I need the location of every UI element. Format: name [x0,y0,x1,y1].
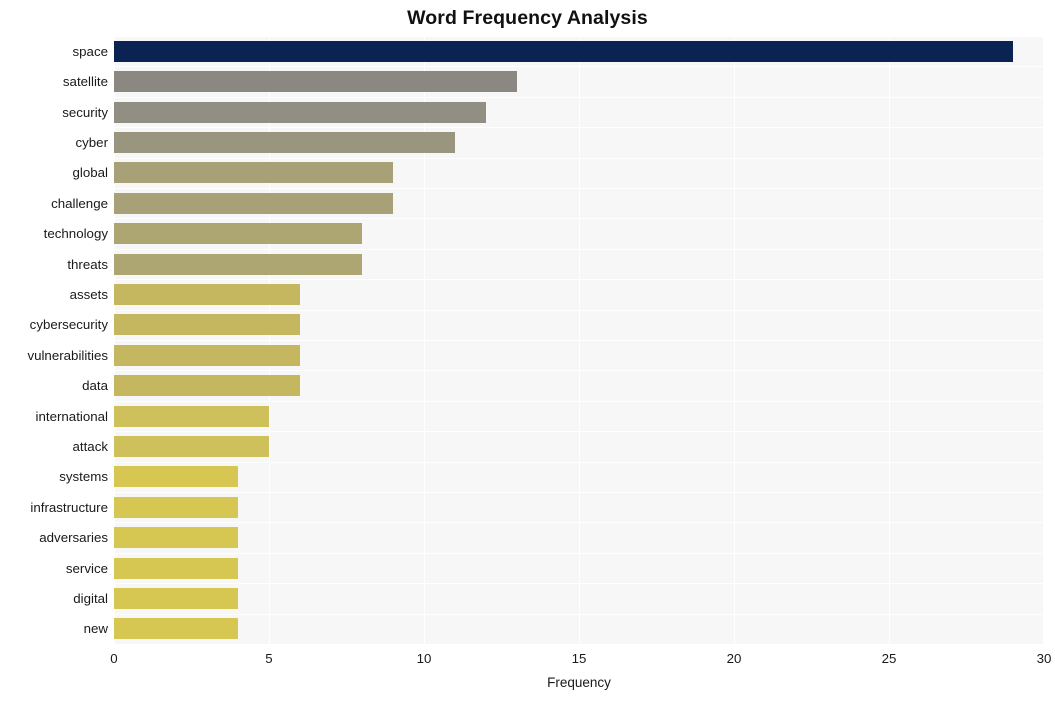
bar[interactable] [114,314,300,336]
horizontal-gridline [114,401,1044,402]
y-axis-tick-labels: space satellite security cyber global challen… [0,36,108,644]
y-axis-tick-label: cybersecurity [29,317,108,333]
y-axis-tick-label: adversaries [39,530,108,546]
y-axis-tick-label: attack [72,438,108,454]
horizontal-gridline [114,310,1044,311]
bar[interactable] [114,101,486,123]
bar[interactable] [114,162,393,184]
horizontal-gridline [114,66,1044,67]
bar[interactable] [114,344,300,366]
bar[interactable] [114,223,362,245]
chart-title: Word Frequency Analysis [407,7,648,29]
horizontal-gridline [114,462,1044,463]
word-frequency-chart: Word Frequency Analysis space satellite se… [0,0,1055,701]
horizontal-gridline [114,127,1044,128]
bar[interactable] [114,466,238,488]
y-axis-tick-label: international [35,408,108,424]
x-axis-title: Frequency [547,675,611,690]
bar[interactable] [114,131,455,153]
bar[interactable] [114,375,300,397]
y-axis-tick-label: infrastructure [30,499,108,515]
y-axis-tick-label: systems [59,469,108,485]
bar[interactable] [114,496,238,518]
y-axis-tick-label: cyber [75,134,108,150]
bar[interactable] [114,618,238,640]
bar[interactable] [114,435,269,457]
horizontal-gridline [114,431,1044,432]
horizontal-gridline [114,614,1044,615]
y-axis-tick-label: new [83,621,108,637]
horizontal-gridline [114,218,1044,219]
y-axis-tick-label: digital [73,590,108,606]
horizontal-gridline [114,279,1044,280]
y-axis-tick-label: data [82,378,108,394]
x-axis-tick-label: 0 [110,651,118,666]
bar[interactable] [114,587,238,609]
y-axis-tick-label: service [65,560,108,576]
horizontal-gridline [114,340,1044,341]
bar[interactable] [114,71,517,93]
bar[interactable] [114,283,300,305]
y-axis-tick-label: space [72,43,108,59]
x-axis-tick-label: 15 [571,651,587,666]
y-axis-tick-label: satellite [62,74,108,90]
horizontal-gridline [114,36,1044,37]
y-axis-tick-label: challenge [51,195,108,211]
x-axis-tick-label: 20 [726,651,742,666]
horizontal-gridline [114,370,1044,371]
horizontal-gridline [114,188,1044,189]
y-axis-tick-label: security [62,104,108,120]
x-axis-tick-label: 10 [416,651,432,666]
horizontal-gridline [114,583,1044,584]
bar[interactable] [114,405,269,427]
bar[interactable] [114,253,362,275]
y-axis-tick-label: vulnerabilities [27,347,108,363]
horizontal-gridline [114,522,1044,523]
horizontal-gridline [114,158,1044,159]
bar[interactable] [114,192,393,214]
horizontal-gridline [114,249,1044,250]
x-axis-tick-label: 30 [1036,651,1052,666]
y-axis-tick-label: global [72,165,109,181]
bar[interactable] [114,527,238,549]
x-axis-tick-label: 25 [881,651,897,666]
bar[interactable] [114,40,1013,62]
plot-area [114,36,1044,644]
y-axis-tick-label: technology [43,226,108,242]
x-axis-tick-label: 5 [265,651,273,666]
horizontal-gridline [114,492,1044,493]
horizontal-gridline [114,97,1044,98]
horizontal-gridline [114,553,1044,554]
x-axis-tick-labels: 0 5 10 15 20 25 30 [0,651,1055,671]
y-axis-tick-label: threats [67,256,108,272]
y-axis-tick-label: assets [69,286,108,302]
bar[interactable] [114,557,238,579]
